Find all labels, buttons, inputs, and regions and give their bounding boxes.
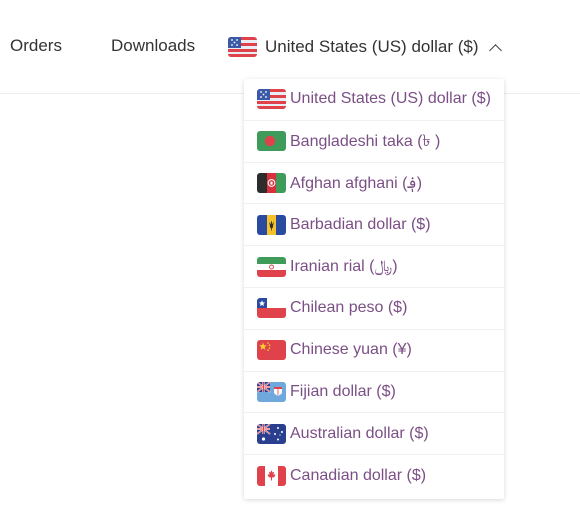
australia-flag-icon (257, 423, 286, 444)
currency-option-cny[interactable]: Chinese yuan (¥) (244, 330, 504, 372)
chile-flag-icon (257, 298, 286, 319)
currency-option-label: United States (US) dollar ($) (290, 90, 491, 108)
currency-option-label: Iranian rial (﷼) (290, 257, 398, 275)
currency-option-label: Afghan afghani (؋) (290, 174, 423, 192)
currency-option-label: Chilean peso ($) (290, 299, 408, 317)
currency-option-usd[interactable]: United States (US) dollar ($) (244, 79, 504, 121)
currency-option-bbd[interactable]: Barbadian dollar ($) (244, 204, 504, 247)
afghanistan-flag-icon (257, 172, 286, 193)
currency-option-label: Australian dollar ($) (290, 424, 429, 442)
chevron-up-icon (488, 43, 502, 57)
currency-option-cad[interactable]: Canadian dollar ($) (244, 455, 504, 497)
canada-flag-icon (257, 466, 286, 487)
currency-option-bdt[interactable]: Bangladeshi taka (৳ ) (244, 121, 504, 163)
china-flag-icon (257, 340, 286, 361)
iran-flag-icon (257, 256, 286, 277)
currency-option-aud[interactable]: Australian dollar ($) (244, 413, 504, 456)
us-flag-icon (228, 37, 257, 57)
us-flag-icon (257, 89, 286, 110)
currency-dropdown: United States (US) dollar ($) Bangladesh… (244, 79, 504, 499)
currency-option-label: Barbadian dollar ($) (290, 215, 431, 233)
currency-option-clp[interactable]: Chilean peso ($) (244, 288, 504, 330)
currency-option-label: Canadian dollar ($) (290, 467, 427, 485)
currency-option-fjd[interactable]: Fijian dollar ($) (244, 372, 504, 414)
currency-option-afn[interactable]: Afghan afghani (؋) (244, 163, 504, 205)
currency-option-irr[interactable]: Iranian rial (﷼) (244, 246, 504, 288)
nav-orders-link[interactable]: Orders (10, 36, 62, 56)
bangladesh-flag-icon (257, 131, 286, 152)
currency-selector-toggle[interactable]: United States (US) dollar ($) (228, 34, 502, 60)
currency-option-label: Fijian dollar ($) (290, 382, 396, 400)
fiji-flag-icon (257, 381, 286, 402)
currency-option-label: Bangladeshi taka (৳ ) (290, 132, 441, 150)
barbados-flag-icon (257, 214, 286, 235)
selected-currency-label: United States (US) dollar ($) (265, 37, 479, 56)
currency-option-label: Chinese yuan (¥) (290, 341, 412, 359)
nav-downloads-link[interactable]: Downloads (111, 36, 195, 56)
